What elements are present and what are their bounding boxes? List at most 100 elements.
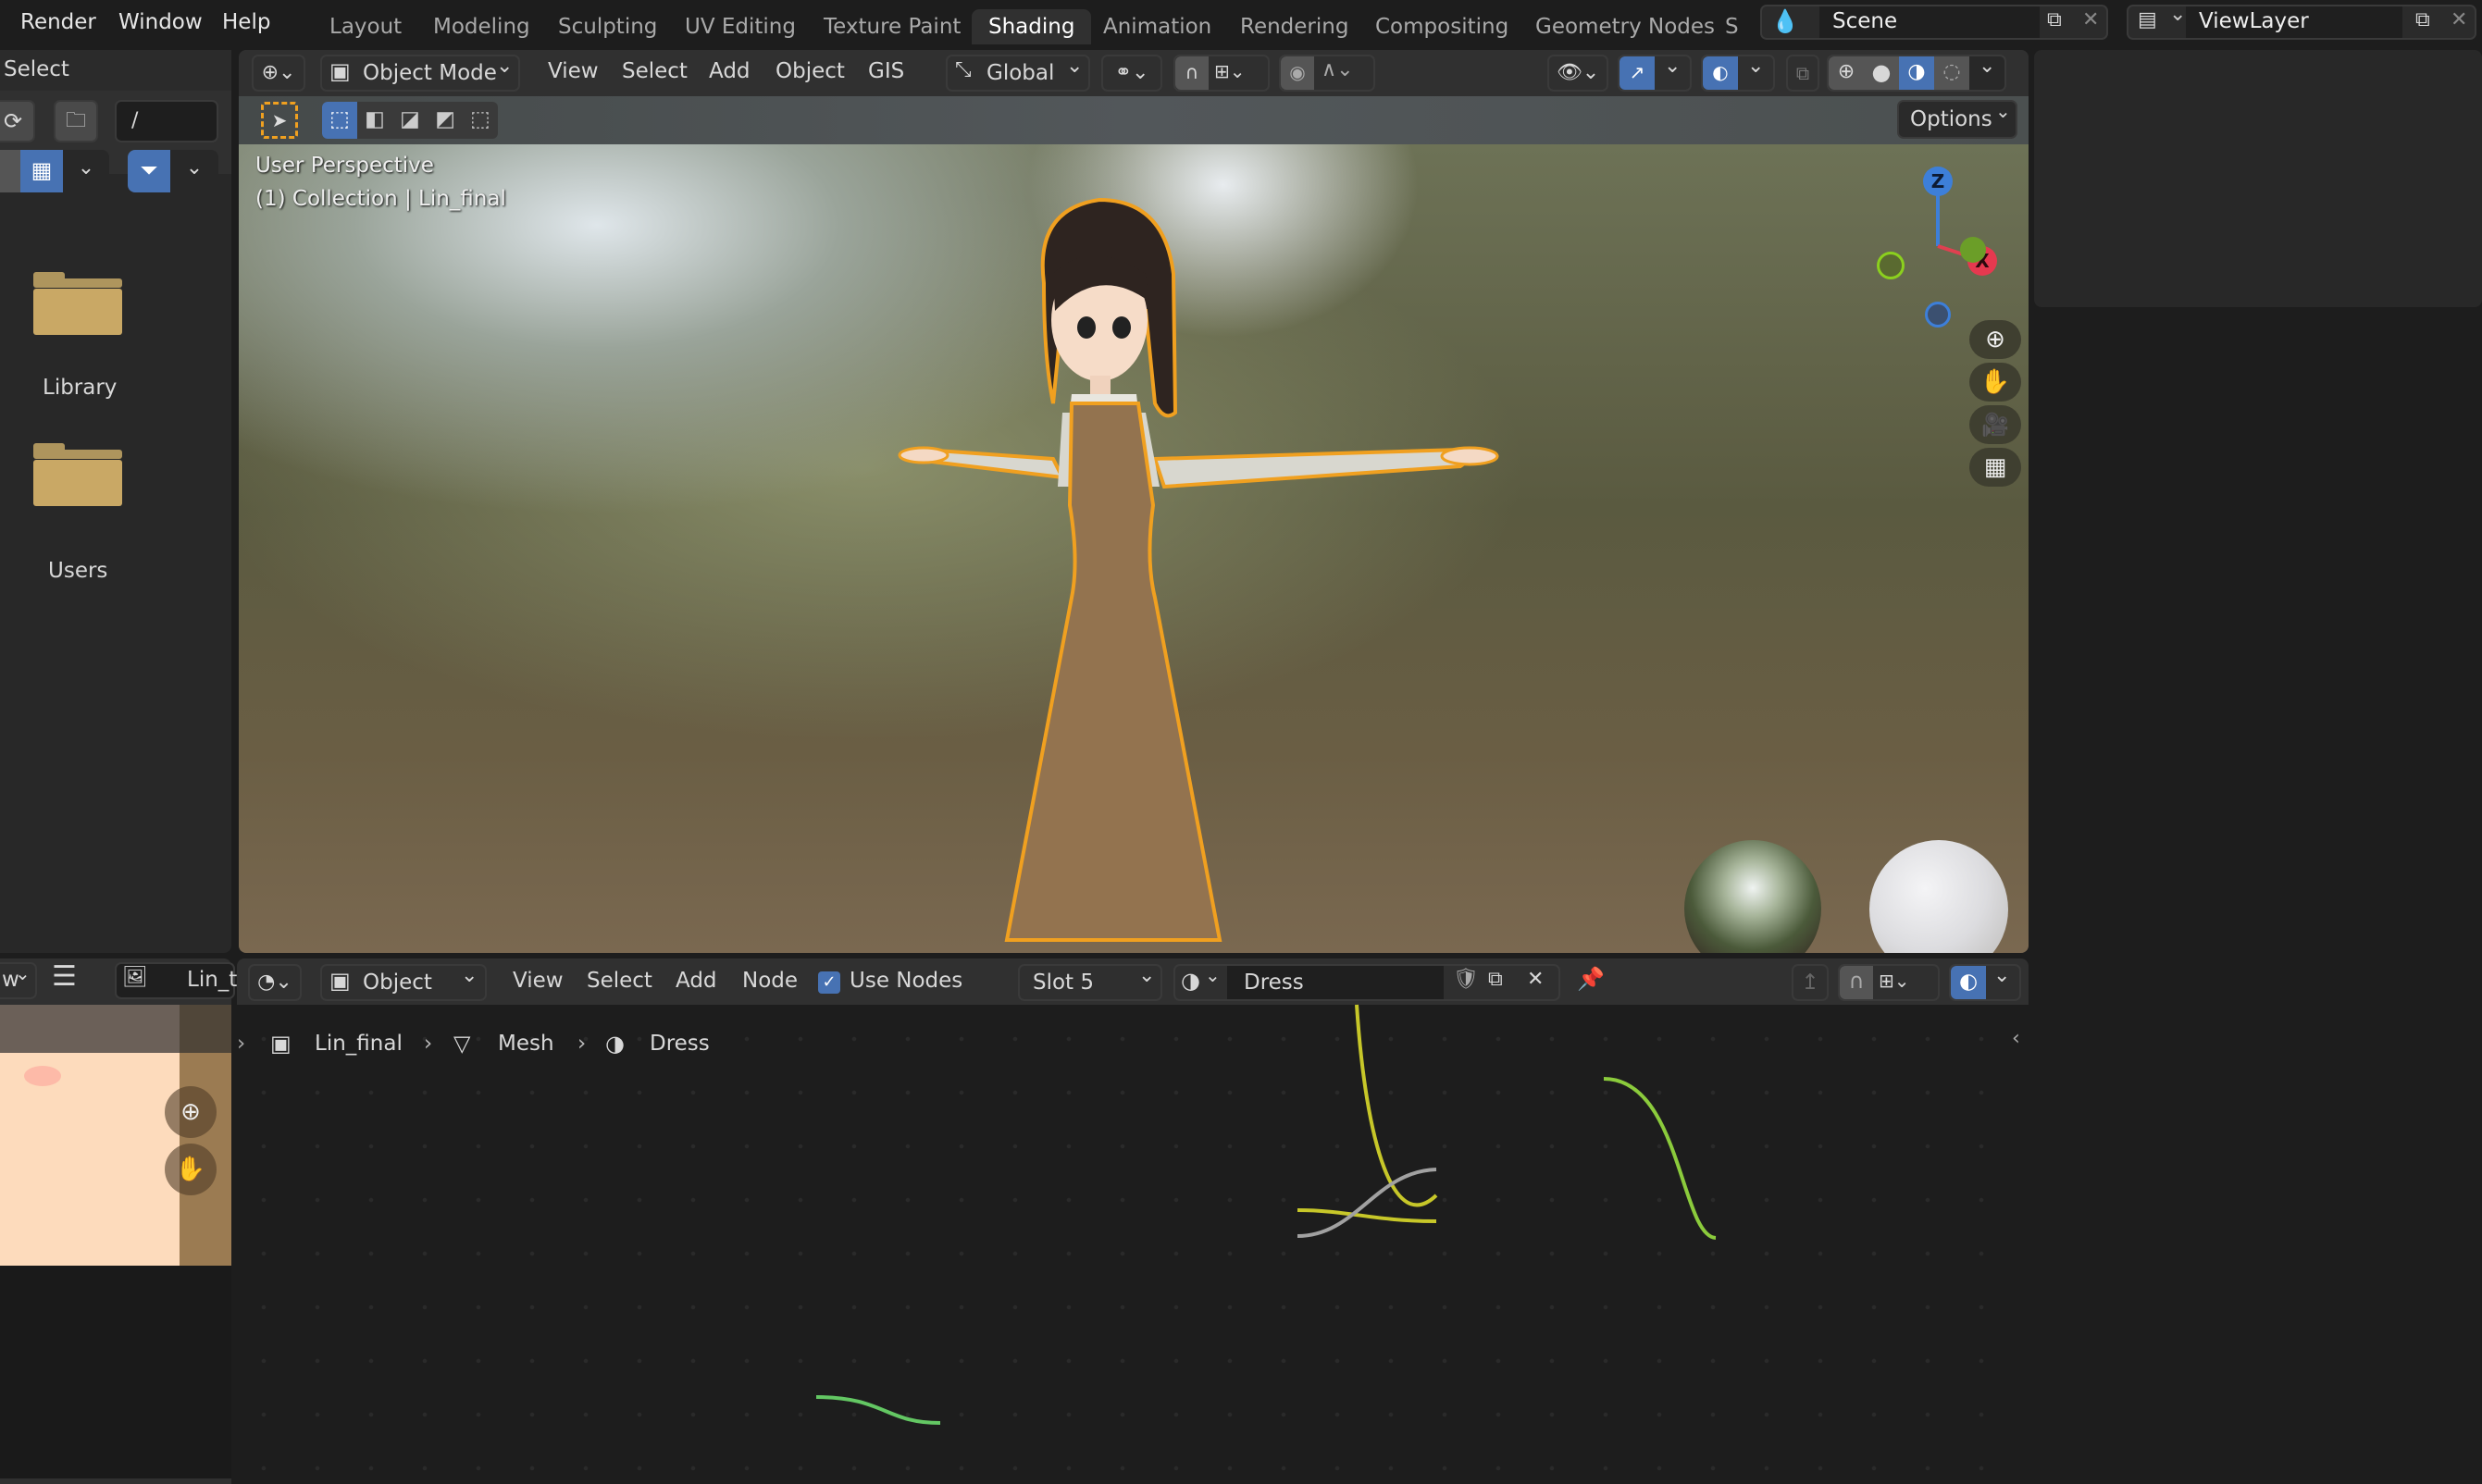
viewlayer-selector[interactable]: ▤ ⌄ ViewLayer ⧉ ✕ <box>2127 3 2476 40</box>
tab-animation[interactable]: Animation <box>1086 9 1228 44</box>
scene-icon: 💧 <box>1771 8 1799 34</box>
transform-orientation-dropdown[interactable]: ⤡ Global ⌄ <box>946 55 1090 92</box>
tool-settings-bar: ➤ ⬚ ◧ ◪ ◩ ⬚ Options ⌄ <box>239 96 2029 144</box>
view-dropdown[interactable]: w ⌄ <box>0 962 37 999</box>
select-menu[interactable]: Select <box>4 57 69 81</box>
folder-item-library[interactable] <box>33 272 122 339</box>
snap-increment-icon[interactable]: ⊞⌄ <box>1214 60 1246 82</box>
path-field[interactable]: / <box>115 100 218 142</box>
copy-icon[interactable]: ⧉ <box>2415 8 2430 31</box>
tab-geometry-nodes[interactable]: Geometry Nodes <box>1519 9 1731 44</box>
select-subtract-icon[interactable]: ◪ <box>392 102 428 139</box>
new-folder-icon[interactable]: 🗀 <box>54 100 98 142</box>
path-value: / <box>131 109 139 132</box>
camera-view-icon[interactable]: 🎥 <box>1969 405 2021 444</box>
gizmo-toggle[interactable]: ↗ ⌄ <box>1618 55 1692 92</box>
zoom-icon[interactable]: ⊕ <box>1969 320 2021 359</box>
link-diffuse-to-shader-rgb <box>815 1395 941 1425</box>
material-preview-icon[interactable]: ◑ <box>1899 56 1934 90</box>
hand-pan-icon[interactable]: ✋ <box>165 1144 217 1195</box>
gizmo-y-axis[interactable] <box>1960 237 1986 263</box>
copy-icon[interactable]: ⧉ <box>2047 8 2062 31</box>
tab-texture-paint[interactable]: Texture Paint <box>807 9 977 44</box>
select-new-icon[interactable]: ⬚ <box>322 102 357 139</box>
selectability-icon[interactable]: 👁⌄ <box>1547 55 1608 92</box>
viewport-canvas[interactable]: User Perspective (1) Collection | Lin_fi… <box>239 144 2029 953</box>
solid-shading-icon[interactable]: ● <box>1864 56 1899 90</box>
thumbnail-view-icon[interactable]: ▦ <box>20 150 63 192</box>
snapping-group: ∩ ⊞⌄ <box>1173 55 1270 92</box>
gizmo-neg-z[interactable] <box>1925 302 1951 328</box>
viewport-3d[interactable]: ⊕⌄ ▣ Object Mode ⌄ View Select Add Objec… <box>239 50 2029 953</box>
file-browser-toolbar: ⟳ 🗀 / ▦ ⌄ ⏷ ⌄ <box>0 91 231 192</box>
hand-pan-icon[interactable]: ✋ <box>1969 363 2021 402</box>
chevron-down-icon: ⌄ <box>15 962 31 984</box>
tab-uv-editing[interactable]: UV Editing <box>668 9 813 44</box>
orientation-icon: ⤡ <box>955 58 972 81</box>
proportional-edit-icon[interactable]: ◉ <box>1281 56 1314 90</box>
select-intersect-icon[interactable]: ⬚ <box>463 102 498 139</box>
chevron-down-icon: ⌄ <box>1664 55 1682 78</box>
menu-object[interactable]: Object <box>776 59 845 83</box>
select-invert-icon[interactable]: ◩ <box>428 102 463 139</box>
close-icon[interactable]: ✕ <box>2082 8 2099 31</box>
chevron-down-icon[interactable]: ⌄ <box>63 150 109 192</box>
menu-render[interactable]: Render <box>20 4 96 41</box>
chevron-down-icon: ⌄ <box>1066 55 1084 78</box>
node-editor[interactable]: ◔⌄ ▣ Object ⌄ View Select Add Node ✓ Use… <box>237 958 2029 1484</box>
chevron-down-icon[interactable]: ⌄ <box>170 150 218 192</box>
editor-type-icon[interactable]: ⊕⌄ <box>252 55 305 92</box>
folder-label-users: Users <box>48 559 108 583</box>
pivot-point-icon[interactable]: ⚭⌄ <box>1101 55 1162 92</box>
options-dropdown[interactable]: Options ⌄ <box>1897 100 2017 139</box>
filter-icon[interactable]: ⏷ <box>128 150 170 192</box>
magnet-snap-icon[interactable]: ∩ <box>1175 56 1209 90</box>
gizmo-icon: ↗ <box>1620 56 1655 90</box>
grid-ortho-icon[interactable]: ▦ <box>1969 448 2021 487</box>
tab-rendering[interactable]: Rendering <box>1223 9 1365 44</box>
select-tool-icon[interactable]: ➤ <box>261 102 298 139</box>
chevron-down-icon[interactable]: ⌄ <box>1979 55 1995 78</box>
menu-help[interactable]: Help <box>222 4 270 41</box>
refresh-icon[interactable]: ⟳ <box>0 100 35 142</box>
folder-item-users[interactable] <box>33 443 122 510</box>
menu-view[interactable]: View <box>548 59 599 83</box>
gizmo-neg-y[interactable] <box>1877 252 1905 279</box>
orientation-label: Global <box>987 61 1055 85</box>
zoom-icon[interactable]: ⊕ <box>165 1086 217 1138</box>
overlays-toggle[interactable]: ◐ ⌄ <box>1701 55 1775 92</box>
folder-label-library: Library <box>43 376 118 400</box>
mode-dropdown[interactable]: ▣ Object Mode ⌄ <box>320 55 520 92</box>
image-editor: w ⌄ ☰ 🖼 Lin_t ⊕ ✋ <box>0 958 237 1484</box>
select-extend-icon[interactable]: ◧ <box>357 102 392 139</box>
image-canvas[interactable]: ⊕ ✋ <box>0 1005 231 1478</box>
rendered-shading-icon[interactable]: ◌ <box>1934 56 1969 90</box>
menu-add[interactable]: Add <box>709 59 751 83</box>
falloff-icon[interactable]: ∧⌄ <box>1322 58 1354 81</box>
select-mode-group: ⬚ ◧ ◪ ◩ ⬚ <box>322 102 498 139</box>
tab-modeling[interactable]: Modeling <box>416 9 547 44</box>
tab-layout[interactable]: Layout <box>313 9 418 44</box>
viewlayer-name: ViewLayer <box>2199 9 2309 33</box>
menu-select[interactable]: Select <box>622 59 688 83</box>
xray-icon[interactable]: ⧉ <box>1786 55 1819 92</box>
tab-shading[interactable]: Shading <box>972 9 1092 44</box>
node-links <box>815 1004 1717 1425</box>
chevron-down-icon: ⌄ <box>1995 100 2011 122</box>
tab-compositing[interactable]: Compositing <box>1359 9 1525 44</box>
wireframe-shading-icon[interactable]: ⊕ <box>1829 56 1864 90</box>
tab-sculpting[interactable]: Sculpting <box>541 9 674 44</box>
gizmo-z-axis[interactable]: Z <box>1923 167 1953 196</box>
menu-gis[interactable]: GIS <box>868 59 904 83</box>
scene-selector[interactable]: 💧 ⌄ Scene ⧉ ✕ <box>1760 3 2108 40</box>
object-mode-icon: ▣ <box>329 58 351 84</box>
menu-window[interactable]: Window <box>118 4 203 41</box>
character-model[interactable] <box>794 172 1997 953</box>
image-browser[interactable]: 🖼 Lin_t <box>115 962 237 999</box>
close-icon[interactable]: ✕ <box>2451 8 2467 31</box>
chevron-down-icon: ⌄ <box>2169 3 2187 26</box>
link-ramp-alpha-to-mix-fac <box>1297 1168 1437 1238</box>
hamburger-menu-icon[interactable]: ☰ <box>52 960 77 993</box>
tab-overflow[interactable]: S <box>1721 9 1742 44</box>
navigation-gizmo[interactable]: Z X <box>1849 163 2016 328</box>
